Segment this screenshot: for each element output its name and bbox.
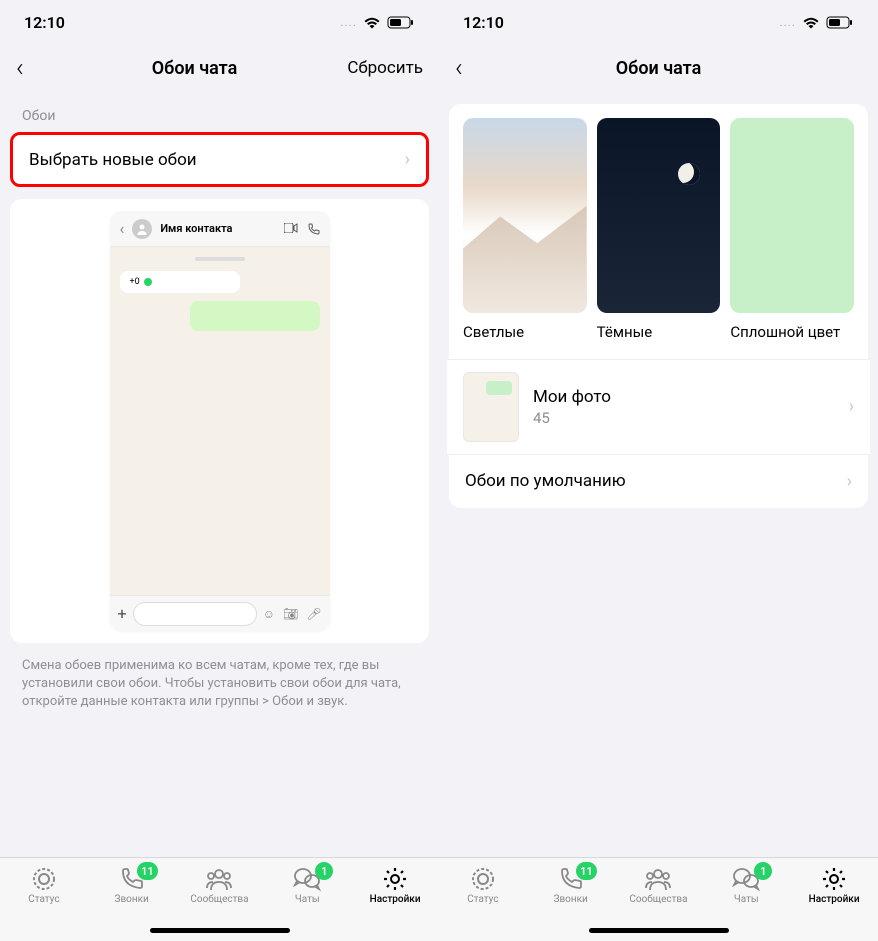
cellular-icon: .... xyxy=(340,15,357,29)
chats-badge: 1 xyxy=(754,862,772,880)
chevron-right-icon: › xyxy=(405,149,410,170)
photos-thumbnail xyxy=(463,372,519,442)
tab-label: Сообщества xyxy=(629,894,687,905)
content-area: Светлые Тёмные Сплошной цвет Мои фото xyxy=(439,92,878,857)
status-icon xyxy=(470,866,496,892)
plus-icon: + xyxy=(118,604,127,623)
tab-label: Настройки xyxy=(809,894,860,905)
tab-label: Сообщества xyxy=(190,894,248,905)
battery-icon xyxy=(826,16,854,29)
status-bar: 12:10 .... xyxy=(0,0,439,44)
status-bar: 12:10 .... xyxy=(439,0,878,44)
photos-title: Мои фото xyxy=(533,387,835,407)
status-time: 12:10 xyxy=(463,13,504,32)
settings-icon xyxy=(382,866,408,892)
contact-name: Имя контакта xyxy=(160,222,275,235)
communities-icon xyxy=(205,866,233,892)
chat-body: +0 xyxy=(110,247,330,595)
chat-back-icon: ‹ xyxy=(120,219,125,238)
chevron-right-icon: › xyxy=(849,396,854,417)
photos-info: Мои фото 45 xyxy=(533,387,835,427)
video-icon xyxy=(284,223,298,233)
my-photos-row[interactable]: Мои фото 45 › xyxy=(447,359,870,454)
category-label: Тёмные xyxy=(597,323,721,343)
category-dark[interactable]: Тёмные xyxy=(597,118,721,343)
chats-badge: 1 xyxy=(315,862,333,880)
chevron-right-icon: › xyxy=(847,471,852,492)
tab-label: Чаты xyxy=(295,894,320,905)
nav-title: Обои чата xyxy=(485,58,832,79)
tab-label: Чаты xyxy=(734,894,759,905)
content-area: Обои Выбрать новые обои › ‹ Имя контакта xyxy=(0,92,439,857)
phone-icon xyxy=(308,223,320,235)
footer-help-text: Смена обоев применима ко всем чатам, кро… xyxy=(10,643,429,726)
light-thumbnail xyxy=(463,118,587,313)
photos-count: 45 xyxy=(533,409,835,427)
wifi-icon xyxy=(802,16,820,29)
dark-thumbnail xyxy=(597,118,721,313)
default-wallpaper-label: Обои по умолчанию xyxy=(465,471,626,491)
tab-status[interactable]: Статус xyxy=(443,866,523,941)
category-row: Светлые Тёмные Сплошной цвет xyxy=(463,118,854,343)
default-wallpaper-row[interactable]: Обои по умолчанию › xyxy=(449,454,868,508)
wifi-icon xyxy=(363,16,381,29)
communities-icon xyxy=(644,866,672,892)
wallpaper-categories-card: Светлые Тёмные Сплошной цвет Мои фото xyxy=(449,104,868,508)
wallpaper-preview-card: ‹ Имя контакта +0 xyxy=(10,199,429,643)
status-icons: .... xyxy=(340,15,415,29)
avatar-icon xyxy=(132,219,152,239)
tab-label: Статус xyxy=(28,894,59,905)
tab-status[interactable]: Статус xyxy=(4,866,84,941)
tab-label: Статус xyxy=(467,894,498,905)
cellular-icon: .... xyxy=(779,15,796,29)
back-button[interactable]: ‹ xyxy=(16,53,46,83)
section-header-wallpaper: Обои xyxy=(10,92,429,132)
camera-icon: 📷︎ xyxy=(283,607,298,621)
back-button[interactable]: ‹ xyxy=(455,53,485,83)
tab-label: Звонки xyxy=(115,894,149,905)
settings-icon xyxy=(821,866,847,892)
nav-bar: ‹ Обои чата xyxy=(439,44,878,92)
screen-wallpaper-main: 12:10 .... ‹ Обои чата Сбросить Обои Выб… xyxy=(0,0,439,941)
home-indicator[interactable] xyxy=(589,928,729,933)
home-indicator[interactable] xyxy=(150,928,290,933)
chat-preview: ‹ Имя контакта +0 xyxy=(110,211,330,631)
outgoing-message xyxy=(190,301,320,331)
status-icon xyxy=(31,866,57,892)
category-light[interactable]: Светлые xyxy=(463,118,587,343)
solid-thumbnail xyxy=(730,118,854,313)
status-time: 12:10 xyxy=(24,13,65,32)
incoming-message: +0 xyxy=(120,271,240,293)
status-dot-icon xyxy=(144,278,152,286)
category-label: Светлые xyxy=(463,323,587,343)
select-new-wallpaper-button[interactable]: Выбрать новые обои › xyxy=(10,132,429,187)
reset-button[interactable]: Сбросить xyxy=(343,58,423,78)
tab-label: Звонки xyxy=(554,894,588,905)
calls-badge: 11 xyxy=(576,862,597,880)
calls-badge: 11 xyxy=(137,862,158,880)
mic-icon: 🎤︎ xyxy=(306,607,321,621)
status-icons: .... xyxy=(779,15,854,29)
message-input xyxy=(133,602,257,626)
chat-input-bar: + ☺ 📷︎ 🎤︎ xyxy=(110,595,330,631)
category-label: Сплошной цвет xyxy=(730,323,854,343)
screen-wallpaper-categories: 12:10 .... ‹ Обои чата Светлые Тёмные xyxy=(439,0,878,941)
battery-icon xyxy=(387,16,415,29)
sticker-icon: ☺ xyxy=(263,607,275,621)
tab-settings[interactable]: Настройки xyxy=(355,866,435,941)
nav-bar: ‹ Обои чата Сбросить xyxy=(0,44,439,92)
category-solid[interactable]: Сплошной цвет xyxy=(730,118,854,343)
chat-preview-header: ‹ Имя контакта xyxy=(110,211,330,247)
select-wallpaper-label: Выбрать новые обои xyxy=(29,150,197,170)
tab-settings[interactable]: Настройки xyxy=(794,866,874,941)
tab-label: Настройки xyxy=(370,894,421,905)
nav-title: Обои чата xyxy=(46,58,343,79)
